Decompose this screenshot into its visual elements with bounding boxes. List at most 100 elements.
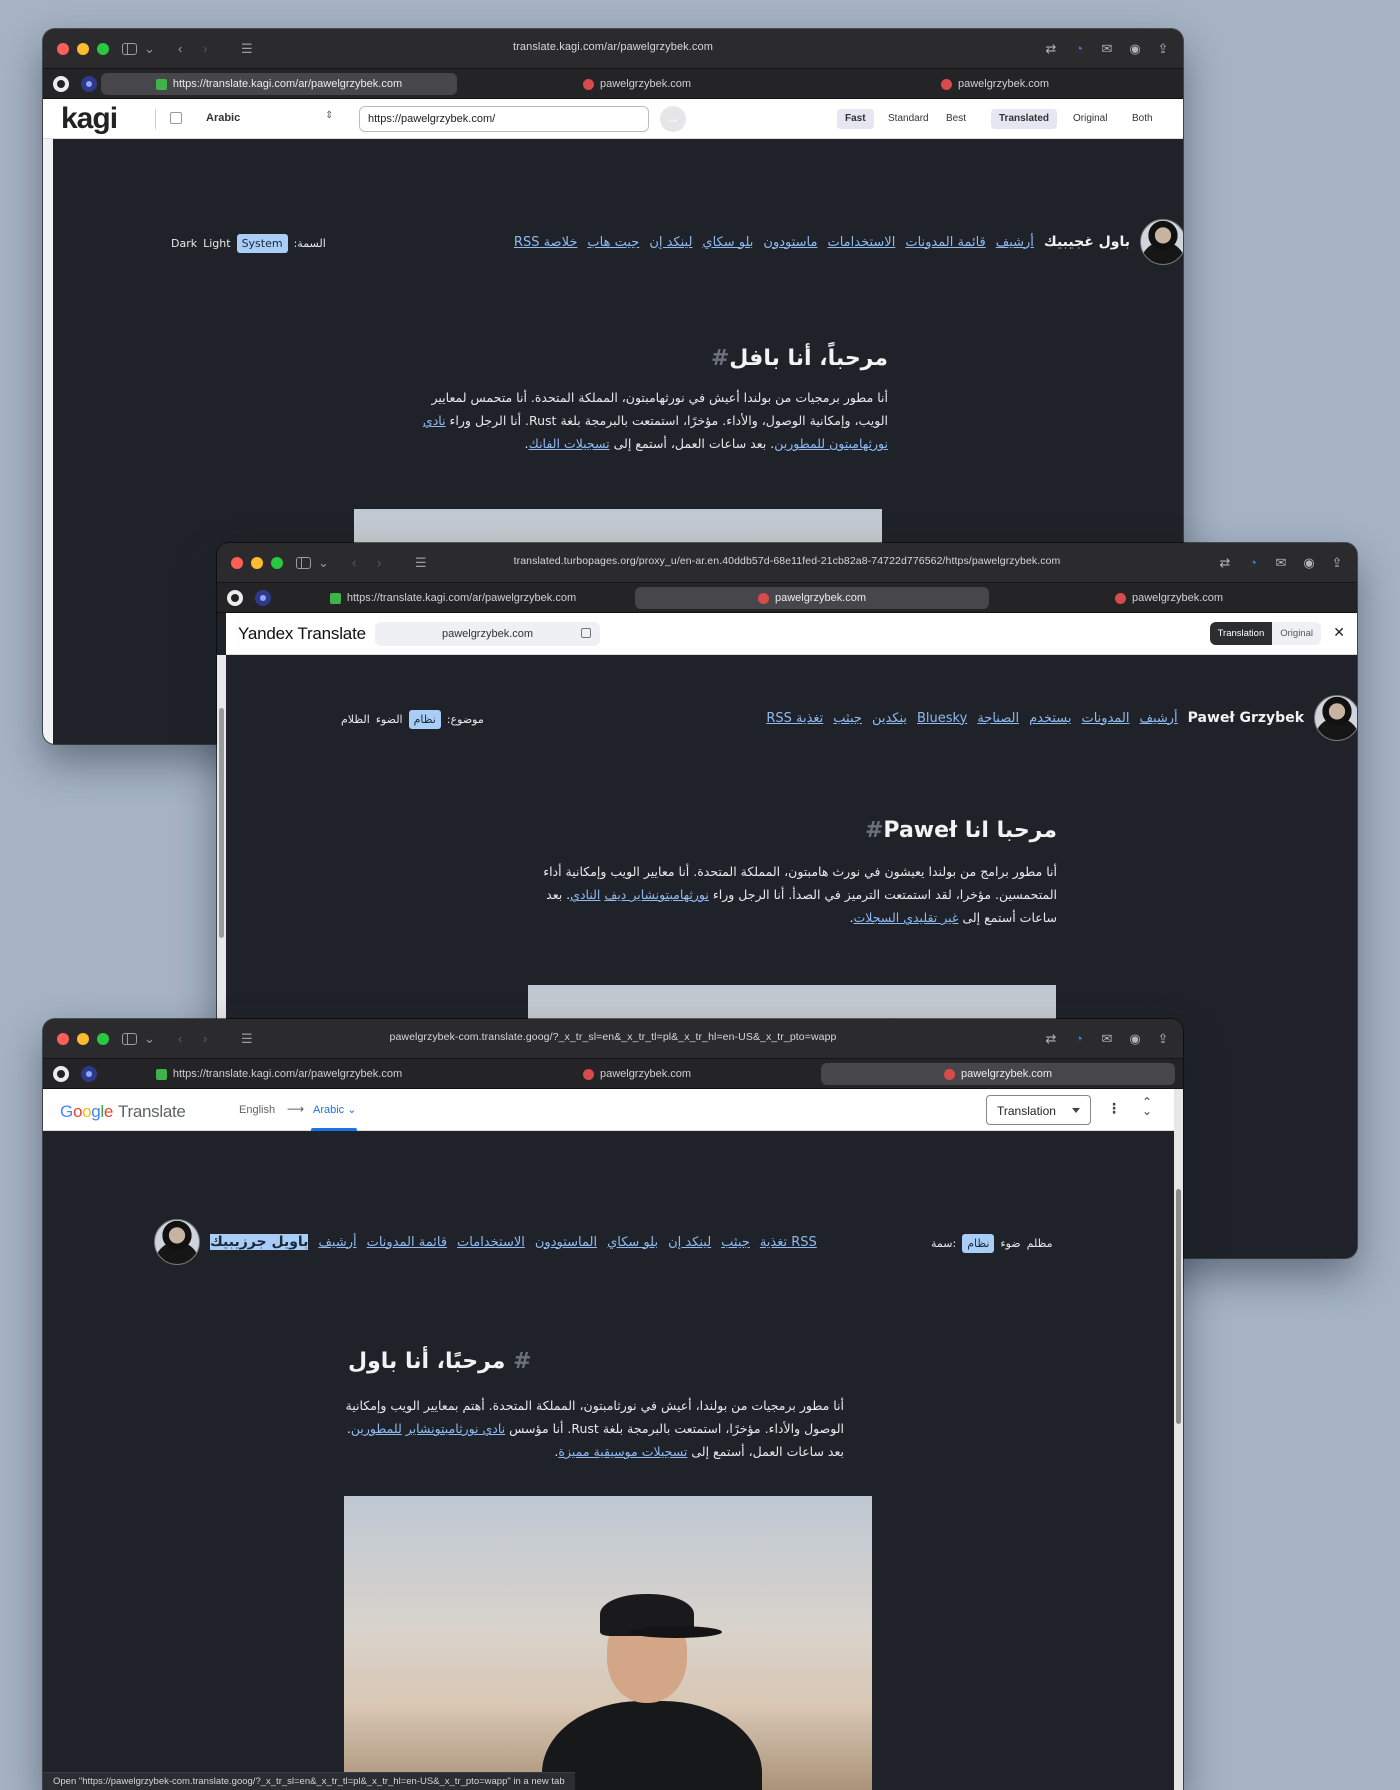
club-link[interactable]: نورثهامبتونشاير ديف — [604, 887, 709, 902]
club-link[interactable]: نادي — [423, 413, 446, 428]
close-icon[interactable]: ✕ — [1333, 624, 1345, 641]
chat-icon[interactable]: ✉ — [1099, 40, 1115, 58]
chat-icon[interactable]: ✉ — [1099, 1030, 1115, 1048]
go-arrow-icon[interactable]: → — [660, 106, 686, 132]
extension-icon[interactable]: ◉ — [1127, 1030, 1143, 1048]
chat-icon[interactable]: ✉ — [1273, 554, 1289, 572]
share-icon[interactable]: ⇪ — [1155, 40, 1171, 58]
scrollbar[interactable] — [1176, 1189, 1181, 1424]
extension-icon[interactable]: ◉ — [1301, 554, 1317, 572]
tab-yandex[interactable]: pawelgrzybek.com — [457, 73, 817, 95]
nav-github-link[interactable]: جيثب — [721, 1235, 750, 1250]
translate-icon[interactable]: ⇄ — [1043, 1030, 1059, 1048]
rss-icon[interactable]: ◔ — [1071, 1030, 1087, 1048]
records-link[interactable]: تسجيلات الفانك — [529, 436, 610, 451]
nav-uses-link[interactable]: يستخدم — [1029, 711, 1071, 726]
nav-linkedin-link[interactable]: لينكد إن — [668, 1235, 711, 1250]
source-language-button[interactable]: English — [239, 1104, 275, 1116]
club-link-2[interactable]: النادي — [570, 887, 600, 902]
avatar[interactable] — [1140, 219, 1183, 265]
nav-archive-link[interactable]: أرشيف — [1140, 711, 1178, 726]
nav-github-link[interactable]: جيثب — [833, 711, 862, 726]
tab-kagi[interactable]: https://translate.kagi.com/ar/pawelgrzyb… — [101, 1063, 457, 1085]
nav-rss-link[interactable]: تغذية RSS — [760, 1235, 817, 1250]
nav-bluesky-link[interactable]: بلو سكاي — [607, 1235, 658, 1250]
nav-rss-link[interactable]: خلاصة RSS — [514, 235, 577, 250]
source-url-field[interactable]: pawelgrzybek.com — [375, 622, 600, 646]
panel-icon[interactable] — [170, 112, 182, 124]
view-both-button[interactable]: Both — [1124, 109, 1161, 129]
nav-uses-link[interactable]: الاستخدامات — [827, 235, 895, 250]
club-link-2[interactable]: للمطورين — [351, 1421, 402, 1436]
translation-mode-select[interactable]: Translation — [986, 1095, 1091, 1125]
theme-light-button[interactable]: الضوء — [376, 713, 403, 726]
heading-anchor-link[interactable]: # — [865, 818, 883, 843]
nav-blogroll-link[interactable]: المدونات — [1081, 711, 1129, 726]
translation-view-button[interactable]: Translation — [1209, 622, 1273, 645]
theme-light-button[interactable]: ضوء — [1000, 1237, 1020, 1250]
translate-icon[interactable]: ⇄ — [1217, 554, 1233, 572]
theme-dark-button[interactable]: مظلم — [1027, 1237, 1053, 1250]
quality-fast-button[interactable]: Fast — [837, 109, 874, 129]
arc-pinned-tab-icon[interactable] — [81, 76, 97, 92]
theme-system-button[interactable]: نظام — [962, 1234, 995, 1253]
club-link[interactable]: نادي نورثامبتونشاير — [406, 1421, 505, 1436]
tab-google[interactable]: pawelgrzybek.com — [821, 1063, 1175, 1085]
address-bar[interactable]: translated.turbopages.org/proxy_u/en-ar.… — [217, 555, 1357, 567]
collapse-icon[interactable]: ⌃ ⌄ — [1142, 1096, 1152, 1117]
tab-google[interactable]: pawelgrzybek.com — [991, 587, 1347, 609]
target-language-button[interactable]: Arabic ⌄ — [313, 1103, 356, 1116]
nav-github-link[interactable]: جيت هاب — [587, 235, 639, 250]
github-pinned-tab-icon[interactable] — [53, 76, 69, 92]
view-original-button[interactable]: Original — [1065, 109, 1115, 129]
arc-pinned-tab-icon[interactable] — [255, 590, 271, 606]
language-select[interactable]: Arabic — [206, 112, 240, 124]
chevron-updown-icon[interactable]: ⇕ — [325, 110, 333, 121]
nav-blogroll-link[interactable]: قائمة المدونات — [367, 1235, 447, 1250]
theme-system-button[interactable]: System — [236, 234, 288, 253]
avatar[interactable] — [1314, 695, 1357, 741]
heading-anchor-link[interactable]: # — [513, 1349, 531, 1374]
arc-pinned-tab-icon[interactable] — [81, 1066, 97, 1082]
url-input[interactable]: https://pawelgrzybek.com/ — [359, 106, 649, 132]
github-pinned-tab-icon[interactable] — [227, 590, 243, 606]
rss-icon[interactable]: ◔ — [1071, 40, 1087, 58]
nav-linkedin-link[interactable]: لينكد إن — [649, 235, 692, 250]
theme-dark-button[interactable]: الظلام — [341, 713, 370, 726]
share-icon[interactable]: ⇪ — [1329, 554, 1345, 572]
quality-standard-button[interactable]: Standard — [880, 109, 937, 129]
original-view-button[interactable]: Original — [1272, 622, 1321, 645]
tab-yandex[interactable]: pawelgrzybek.com — [457, 1063, 817, 1085]
nav-bluesky-link[interactable]: بلو سكاي — [702, 235, 753, 250]
share-icon[interactable]: ⇪ — [1155, 1030, 1171, 1048]
nav-uses-link[interactable]: الاستخدامات — [457, 1235, 525, 1250]
club-link-2[interactable]: نورثهامبتون للمطورين — [774, 436, 888, 451]
theme-system-button[interactable]: نظام — [408, 710, 441, 729]
view-translated-button[interactable]: Translated — [991, 109, 1058, 129]
theme-dark-button[interactable]: Dark — [171, 237, 197, 250]
nav-bluesky-link[interactable]: Bluesky — [917, 711, 967, 726]
site-name[interactable]: باول غجيبيك — [1044, 234, 1130, 250]
translate-icon[interactable]: ⇄ — [1043, 40, 1059, 58]
nav-archive-link[interactable]: أرشيف — [996, 235, 1034, 250]
nav-blogroll-link[interactable]: قائمة المدونات — [905, 235, 985, 250]
more-options-icon[interactable]: ⋮ — [1107, 1100, 1121, 1117]
address-bar[interactable]: translate.kagi.com/ar/pawelgrzybek.com — [43, 41, 1183, 53]
records-link[interactable]: تسجيلات موسيقية مميزة — [558, 1444, 687, 1459]
open-external-icon[interactable] — [581, 628, 591, 638]
nav-mastodon-link[interactable]: ماستودون — [763, 235, 817, 250]
rss-icon[interactable]: ◔ — [1245, 554, 1261, 572]
tab-google[interactable]: pawelgrzybek.com — [817, 73, 1173, 95]
heading-anchor-link[interactable]: # — [711, 346, 729, 371]
nav-rss-link[interactable]: تغذية RSS — [766, 711, 823, 726]
tab-yandex[interactable]: pawelgrzybek.com — [635, 587, 989, 609]
nav-archive-link[interactable]: أرشيف — [318, 1235, 356, 1250]
github-pinned-tab-icon[interactable] — [53, 1066, 69, 1082]
quality-best-button[interactable]: Best — [938, 109, 974, 129]
avatar[interactable] — [154, 1219, 200, 1265]
site-name[interactable]: باويل جرزيبيك — [210, 1234, 309, 1250]
nav-mastodon-link[interactable]: الماستودون — [535, 1235, 597, 1250]
theme-light-button[interactable]: Light — [203, 237, 230, 250]
nav-linkedin-link[interactable]: ينكدين — [872, 711, 907, 726]
nav-mastodon-link[interactable]: الصناجة — [977, 711, 1019, 726]
